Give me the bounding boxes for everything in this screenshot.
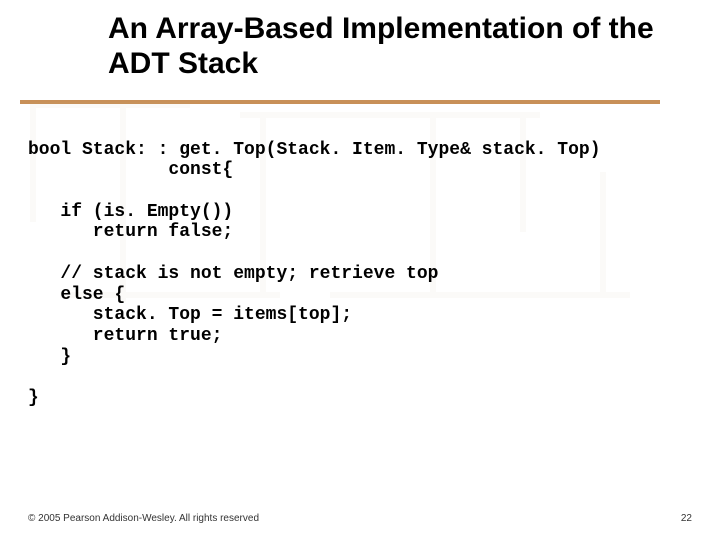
code-line: stack. Top = items[top]; [28, 305, 352, 325]
code-line: // stack is not empty; retrieve top [28, 264, 438, 284]
code-line: const{ [28, 160, 233, 180]
copyright-text: © 2005 Pearson Addison-Wesley. All right… [28, 513, 259, 524]
code-line: return true; [28, 326, 222, 346]
code-line: else { [28, 285, 125, 305]
code-line: } [28, 347, 71, 367]
code-body: bool Stack: : get. Top(Stack. Item. Type… [0, 91, 720, 409]
slide-title: An Array-Based Implementation of the ADT… [108, 12, 700, 81]
code-line: bool Stack: : get. Top(Stack. Item. Type… [28, 140, 601, 160]
code-line: return false; [28, 222, 233, 242]
slide-title-area: An Array-Based Implementation of the ADT… [0, 0, 720, 91]
code-line: if (is. Empty()) [28, 202, 233, 222]
footer: © 2005 Pearson Addison-Wesley. All right… [28, 513, 692, 524]
code-line: } [28, 388, 39, 408]
page-number: 22 [681, 513, 692, 524]
